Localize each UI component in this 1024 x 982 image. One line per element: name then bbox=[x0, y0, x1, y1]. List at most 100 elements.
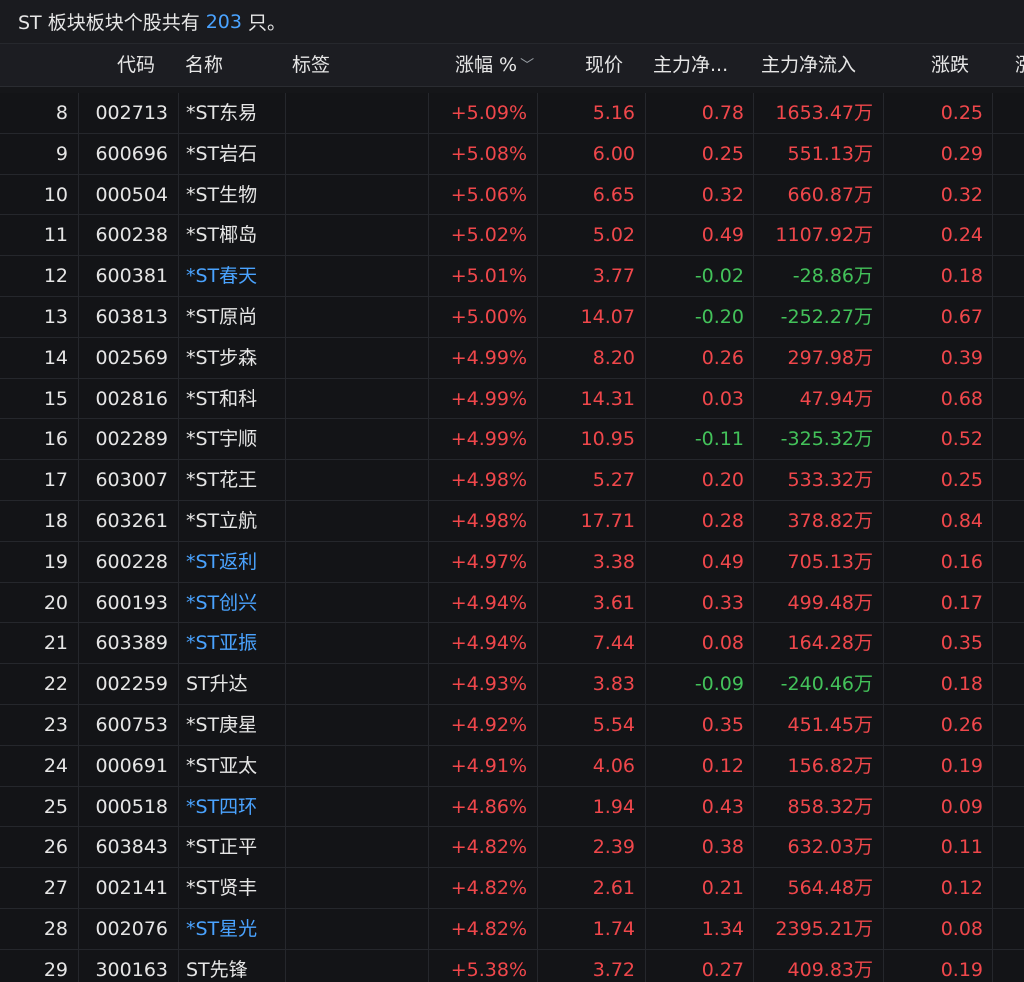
stock-name: *ST春天 bbox=[186, 265, 258, 288]
header-tag[interactable]: 标签 bbox=[292, 44, 330, 86]
main-net-inflow: 1653.47万 bbox=[775, 102, 873, 124]
header-main-net-inflow[interactable]: 主力净流入 bbox=[761, 44, 856, 86]
table-row[interactable]: 20 600193 *ST创兴 +4.94% 3.61 0.33 499.48万 0.17 bbox=[0, 583, 1024, 624]
stock-list-screen: ST 板块板块个股共有 203 只。 代码 名称 标签 涨幅 % ﹀ 现价 主力净… bbox=[0, 0, 1024, 982]
main-net: 0.25 bbox=[701, 142, 744, 165]
table-row[interactable]: 17 603007 *ST花王 +4.98% 5.27 0.20 533.32万 0.25 bbox=[0, 460, 1024, 501]
table-row[interactable]: 13 603813 *ST原尚 +5.00% 14.07 -0.20 -252.27万 0.6… bbox=[0, 297, 1024, 338]
main-net-inflow: 1107.92万 bbox=[775, 224, 873, 247]
table-row[interactable]: 8 002713 *ST东易 +5.09% 5.16 0.78 1653.47万 0.25 bbox=[0, 93, 1024, 134]
stock-tag bbox=[292, 93, 412, 133]
table-row[interactable]: 26 603843 *ST正平 +4.82% 2.39 0.38 632.03万 0.11 bbox=[0, 827, 1024, 869]
row-index: 12 bbox=[43, 265, 68, 288]
table-row[interactable]: 22 002259 ST升达 +4.93% 3.83 -0.09 -240.46万 0.18 bbox=[0, 664, 1024, 705]
current-price: 8.20 bbox=[592, 346, 635, 369]
price-diff: 0.19 bbox=[940, 754, 983, 777]
stock-name: *ST步森 bbox=[186, 346, 258, 369]
stock-code: 002076 bbox=[95, 918, 168, 940]
table-row[interactable]: 19 600228 *ST返利 +4.97% 3.38 0.49 705.13万 0.16 bbox=[0, 542, 1024, 583]
row-index: 8 bbox=[55, 102, 68, 124]
stock-tag bbox=[292, 379, 412, 419]
table-row[interactable]: 9 600696 *ST岩石 +5.08% 6.00 0.25 551.13万 0.29 bbox=[0, 134, 1024, 175]
main-net: 0.03 bbox=[701, 387, 744, 410]
stock-name: *ST四环 bbox=[186, 795, 258, 818]
table-row[interactable]: 21 603389 *ST亚振 +4.94% 7.44 0.08 164.28万 0.35 bbox=[0, 623, 1024, 665]
main-net-inflow: -325.32万 bbox=[780, 428, 873, 451]
price-diff: 0.19 bbox=[940, 958, 983, 981]
stock-code: 000504 bbox=[95, 183, 168, 206]
main-net-inflow: 409.83万 bbox=[787, 958, 873, 981]
table-row[interactable]: 12 600381 *ST春天 +5.01% 3.77 -0.02 -28.86万 0.18 bbox=[0, 256, 1024, 297]
table-row[interactable]: 18 603261 *ST立航 +4.98% 17.71 0.28 378.82万 0.84 bbox=[0, 501, 1024, 542]
stock-tag bbox=[292, 501, 412, 541]
header-partial-column[interactable]: 涨 bbox=[1015, 44, 1024, 86]
current-price: 5.16 bbox=[592, 102, 635, 124]
main-net: 0.43 bbox=[701, 795, 744, 818]
table-row[interactable]: 14 002569 *ST步森 +4.99% 8.20 0.26 297.98万 0.39 bbox=[0, 338, 1024, 379]
stock-code: 002141 bbox=[95, 877, 168, 900]
current-price: 3.38 bbox=[592, 550, 635, 573]
row-index: 18 bbox=[43, 510, 68, 532]
header-price[interactable]: 现价 bbox=[585, 44, 623, 86]
table-row[interactable]: 25 000518 *ST四环 +4.86% 1.94 0.43 858.32万 0.09 bbox=[0, 787, 1024, 828]
stock-code: 603261 bbox=[95, 510, 168, 532]
stock-code: 002569 bbox=[95, 346, 168, 369]
row-index: 25 bbox=[43, 795, 68, 818]
table-row[interactable]: 15 002816 *ST和科 +4.99% 14.31 0.03 47.94万 0.68 bbox=[0, 379, 1024, 420]
stock-name: *ST亚太 bbox=[186, 754, 258, 777]
header-code[interactable]: 代码 bbox=[117, 44, 155, 86]
stock-tag bbox=[292, 787, 412, 827]
stock-name: *ST生物 bbox=[186, 183, 258, 206]
stock-name: *ST贤丰 bbox=[186, 877, 258, 900]
stock-code: 600696 bbox=[95, 142, 168, 165]
stock-code: 600238 bbox=[95, 224, 168, 247]
table-row[interactable]: 16 002289 *ST宇顺 +4.99% 10.95 -0.11 -325.32万 0.5… bbox=[0, 419, 1024, 461]
main-net-inflow: 533.32万 bbox=[787, 469, 873, 492]
price-diff: 0.11 bbox=[940, 836, 983, 859]
change-pct: +4.99% bbox=[450, 346, 527, 369]
row-index: 27 bbox=[43, 877, 68, 900]
stock-tag bbox=[292, 460, 412, 500]
main-net-inflow: -240.46万 bbox=[780, 673, 873, 696]
stock-code: 002816 bbox=[95, 387, 168, 410]
header-main-net[interactable]: 主力净... bbox=[653, 44, 728, 86]
header-name[interactable]: 名称 bbox=[185, 44, 223, 86]
change-pct: +5.00% bbox=[450, 306, 527, 328]
table-row[interactable]: 27 002141 *ST贤丰 +4.82% 2.61 0.21 564.48万 0.12 bbox=[0, 868, 1024, 909]
current-price: 2.39 bbox=[592, 836, 635, 859]
table-row[interactable]: 11 600238 *ST椰岛 +5.02% 5.02 0.49 1107.92万 0.24 bbox=[0, 215, 1024, 257]
table-row[interactable]: 10 000504 *ST生物 +5.06% 6.65 0.32 660.87万 0.32 bbox=[0, 175, 1024, 216]
change-pct: +4.94% bbox=[450, 632, 527, 655]
stock-name: *ST原尚 bbox=[186, 306, 258, 328]
price-diff: 0.16 bbox=[940, 550, 983, 573]
stock-tag bbox=[292, 175, 412, 215]
stock-code: 600381 bbox=[95, 265, 168, 288]
current-price: 14.07 bbox=[580, 306, 635, 328]
main-net: 0.21 bbox=[701, 877, 744, 900]
header-diff[interactable]: 涨跌 bbox=[931, 44, 969, 86]
stock-name: *ST和科 bbox=[186, 387, 258, 410]
change-pct: +4.93% bbox=[450, 673, 527, 696]
change-pct: +4.82% bbox=[450, 877, 527, 900]
table-row[interactable]: 23 600753 *ST庚星 +4.92% 5.54 0.35 451.45万 0.26 bbox=[0, 705, 1024, 746]
stock-tag bbox=[292, 215, 412, 255]
stock-name: ST升达 bbox=[186, 673, 248, 696]
price-diff: 0.39 bbox=[940, 346, 983, 369]
current-price: 3.83 bbox=[592, 673, 635, 696]
table-row[interactable]: 29 300163 ST先锋 +5.38% 3.72 0.27 409.83万 0.19 bbox=[0, 950, 1024, 982]
change-pct: +5.06% bbox=[450, 183, 527, 206]
change-pct: +4.99% bbox=[450, 387, 527, 410]
table-row[interactable]: 28 002076 *ST星光 +4.82% 1.74 1.34 2395.21万 0.08 bbox=[0, 909, 1024, 950]
row-index: 15 bbox=[43, 387, 68, 410]
change-pct: +5.08% bbox=[450, 142, 527, 165]
stock-code: 603007 bbox=[95, 469, 168, 492]
change-pct: +4.94% bbox=[450, 591, 527, 614]
price-diff: 0.32 bbox=[940, 183, 983, 206]
row-index: 19 bbox=[43, 550, 68, 573]
current-price: 1.74 bbox=[592, 918, 635, 940]
header-change-pct[interactable]: 涨幅 % ﹀ bbox=[455, 44, 534, 86]
table-row[interactable]: 24 000691 *ST亚太 +4.91% 4.06 0.12 156.82万 0.19 bbox=[0, 746, 1024, 787]
row-index: 16 bbox=[43, 428, 68, 451]
main-net: 1.34 bbox=[701, 918, 744, 940]
price-diff: 0.68 bbox=[940, 387, 983, 410]
